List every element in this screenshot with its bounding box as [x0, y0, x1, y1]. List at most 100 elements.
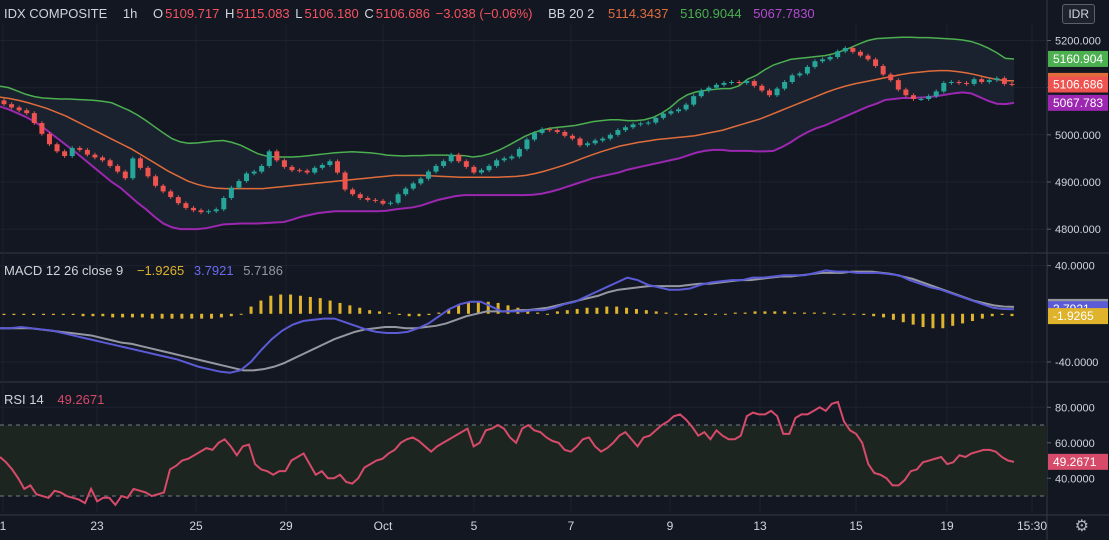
candle-body [630, 124, 636, 128]
y-tick-label: 4900.000 [1055, 177, 1101, 189]
candle-body [342, 172, 348, 190]
macd-hist-bar [891, 313, 895, 320]
macd-hist-bar [130, 313, 134, 318]
x-tick-label: 13 [753, 519, 767, 533]
candle-body [532, 132, 538, 140]
candle-body [698, 90, 704, 97]
macd-hist-bar [397, 313, 401, 315]
macd-hist-bar [733, 312, 737, 314]
macd-hist-bar [625, 307, 629, 314]
candle-body [206, 211, 212, 213]
candle-body [350, 189, 356, 195]
candle-body [721, 82, 727, 85]
candle-body [653, 117, 659, 123]
candle-body [509, 156, 515, 159]
currency-badge[interactable]: IDR [1062, 4, 1095, 24]
y-tick-label: 4800.000 [1055, 224, 1101, 236]
macd-signal-value: 5.7186 [243, 263, 283, 278]
macd-hist-bar [793, 312, 797, 314]
candle-body [297, 170, 303, 172]
macd-hist-bar [466, 302, 470, 314]
candle-body [956, 82, 962, 84]
candle-body [766, 90, 772, 96]
rsi-label[interactable]: RSI 14 [4, 392, 44, 407]
candle-body [926, 96, 932, 99]
x-tick-label: 9 [667, 519, 674, 533]
macd-hist-bar [783, 311, 787, 314]
candle-body [600, 138, 606, 141]
candle-body [410, 183, 416, 189]
candle-body [971, 79, 977, 84]
macd-hist-bar [980, 313, 984, 319]
open-label: O [153, 6, 164, 21]
macd-hist-value: −1.9265 [136, 263, 185, 278]
macd-hist-bar [200, 313, 204, 319]
candle-body [425, 171, 431, 179]
macd-hist-bar [634, 308, 638, 314]
settings-gear-icon[interactable]: ⚙ [1075, 516, 1089, 536]
rsi-value: 49.2671 [57, 392, 105, 407]
candle-body [122, 171, 128, 179]
candle-body [289, 166, 295, 171]
candle-body [979, 79, 985, 83]
macd-hist-bar [279, 294, 283, 314]
candle-body [592, 140, 598, 144]
x-tick-label: 15 [849, 519, 863, 533]
high-label: H [225, 6, 235, 21]
candle-body [1009, 83, 1015, 85]
x-tick-label: 19 [940, 519, 954, 533]
macd-hist-bar [417, 313, 421, 317]
candle-body [244, 173, 250, 182]
candle-body [910, 95, 916, 99]
macd-hist-bar [723, 313, 727, 315]
macd-hist-bar [190, 313, 194, 319]
candle-body [190, 207, 196, 211]
x-tick-label: 23 [90, 519, 104, 533]
macd-hist-bar [1000, 313, 1004, 315]
candle-body [1001, 78, 1007, 84]
low-label: L [295, 6, 303, 21]
candle-body [388, 202, 394, 204]
candle-body [213, 209, 219, 212]
candle-body [357, 194, 363, 199]
macd-hist-bar [901, 313, 905, 323]
candle-body [266, 151, 272, 166]
candle-body [168, 191, 174, 198]
macd-hist-bar [111, 313, 115, 318]
macd-legend: MACD 12 26 close 9 −1.9265 3.7921 5.7186 [4, 263, 285, 278]
macd-hist-bar [219, 313, 223, 318]
candle-body [622, 127, 628, 131]
macd-hist-bar [318, 298, 322, 314]
macd-hist-bar [378, 311, 382, 314]
y-tick-label: -40.0000 [1055, 357, 1098, 369]
candle-body [744, 81, 750, 83]
macd-hist-bar [565, 310, 569, 314]
bb-lower-value: 5067.7830 [753, 6, 815, 21]
macd-hist-bar [585, 307, 589, 314]
candle-body [941, 82, 947, 92]
candle-body [9, 104, 15, 108]
bb-label[interactable]: BB 20 2 [548, 6, 594, 21]
interval-label[interactable]: 1h [123, 6, 137, 21]
candle-body [251, 171, 257, 174]
macd-hist-bar [911, 313, 915, 325]
macd-label[interactable]: MACD 12 26 close 9 [4, 263, 123, 278]
symbol-name[interactable]: IDX COMPOSITE [4, 6, 107, 21]
macd-hist-bar [931, 313, 935, 329]
candle-body [441, 161, 447, 166]
macd-hist-bar [714, 313, 718, 315]
candle-body [660, 113, 666, 118]
macd-hist-bar [654, 311, 658, 314]
candle-body [676, 109, 682, 112]
x-tick-label: 15:30 [1017, 519, 1047, 533]
candle-body [403, 188, 409, 195]
close-value: 5106.686 [375, 6, 430, 21]
macd-hist-bar [773, 311, 777, 314]
macd-hist-bar [457, 305, 461, 314]
price-legend: IDX COMPOSITE 1h O 5109.717 H 5115.083 L 51… [4, 6, 817, 21]
macd-hist-bar [694, 313, 698, 315]
x-tick-label: 7 [568, 519, 575, 533]
candle-body [175, 197, 181, 204]
candle-body [895, 80, 901, 90]
macd-hist-bar [921, 313, 925, 328]
